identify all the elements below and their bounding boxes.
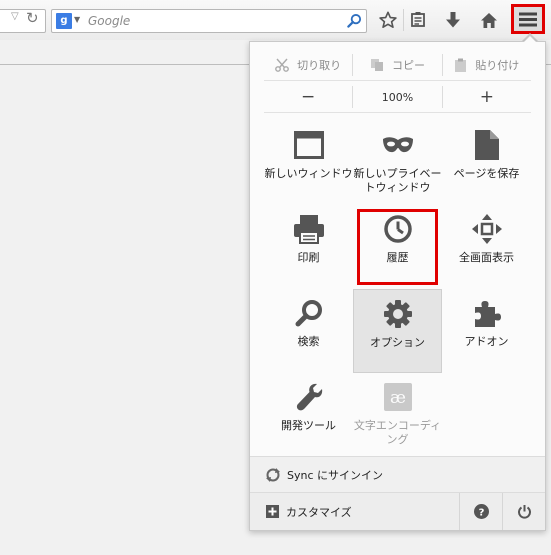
search-engine-dropdown-icon[interactable]: ▼ [74,15,80,24]
help-button[interactable]: ? [459,493,502,530]
search-go-icon[interactable] [347,13,362,28]
power-icon [517,505,531,519]
menu-button[interactable] [511,4,545,34]
developer-button[interactable]: 開発ツール [264,373,353,457]
customize-label: カスタマイズ [286,505,352,519]
fullscreen-label: 全画面表示 [459,251,514,264]
encoding-button[interactable]: æ 文字エンコーディ ング [353,373,442,457]
svg-text:?: ? [478,508,484,519]
mask-icon [382,129,414,161]
developer-label: 開発ツール [281,419,336,432]
copy-button[interactable]: コピー [352,54,441,76]
save-page-label: ページを保存 [453,167,520,180]
bookmark-star-icon[interactable] [375,8,401,32]
search-input[interactable] [88,11,338,31]
addons-button[interactable]: アドオン [442,289,531,373]
printer-icon [293,213,325,245]
encoding-icon: æ [382,381,414,413]
find-label: 検索 [297,335,320,348]
zoom-in-button[interactable]: + [441,86,531,108]
url-bar[interactable]: ▽ ↻ [0,9,46,33]
menu-panel: 切り取り コピー 貼り付け − 100% + 新しいウィンドウ 新しいプライベー [249,36,546,531]
panel-footer: カスタマイズ ? [250,492,545,530]
zoom-out-button[interactable]: − [264,86,352,108]
home-icon[interactable] [476,8,502,32]
new-window-button[interactable]: 新しいウィンドウ [264,121,353,205]
page-icon [471,129,503,161]
scissors-icon [275,58,290,72]
svg-text:æ: æ [390,388,406,408]
sync-label: Sync にサインイン [287,468,384,482]
search-engine-icon[interactable]: g [56,13,72,29]
quit-button[interactable] [502,493,545,530]
options-label: オプション [370,336,425,349]
sync-icon [266,467,280,482]
puzzle-icon [471,297,503,329]
sync-signin-button[interactable]: Sync にサインイン [250,456,545,492]
find-button[interactable]: 検索 [264,289,353,373]
plus-box-icon [266,505,279,518]
zoom-reset-button[interactable]: 100% [352,86,441,108]
browser-toolbar: ▽ ↻ g ▼ [0,0,551,40]
clipboard-icon [455,58,467,72]
fullscreen-button[interactable]: 全画面表示 [442,205,531,289]
menu-icon [519,12,537,26]
cut-button[interactable]: 切り取り [264,54,352,76]
dropdown-icon[interactable]: ▽ [11,11,19,22]
fullscreen-arrows-icon [471,213,503,245]
paste-button[interactable]: 貼り付け [441,54,531,76]
copy-icon [370,59,383,71]
save-page-button[interactable]: ページを保存 [442,121,531,205]
window-icon [293,129,325,161]
paste-label: 貼り付け [475,59,520,72]
private-window-label: 新しいプライベー トウィンドウ [353,167,442,194]
reading-list-icon[interactable] [405,8,431,32]
gear-icon [382,298,414,330]
edit-controls: 切り取り コピー 貼り付け [264,50,531,81]
cut-label: 切り取り [297,59,342,72]
download-icon[interactable] [440,8,466,32]
reload-icon[interactable]: ↻ [26,9,39,27]
magnifier-icon [293,297,325,329]
panel-items-grid: 新しいウィンドウ 新しいプライベー トウィンドウ ページを保存 印刷 履歴 全画… [264,121,531,457]
encoding-label: 文字エンコーディ ング [353,419,442,446]
private-window-button[interactable]: 新しいプライベー トウィンドウ [353,121,442,205]
wrench-icon [293,381,325,413]
help-icon: ? [473,504,489,519]
history-button[interactable]: 履歴 [353,205,442,289]
new-window-label: 新しいウィンドウ [264,167,353,180]
print-button[interactable]: 印刷 [264,205,353,289]
copy-label: コピー [391,59,425,72]
options-button[interactable]: オプション [353,289,442,373]
search-bar[interactable]: g ▼ [51,9,367,33]
print-label: 印刷 [297,251,320,264]
zoom-controls: − 100% + [264,82,531,113]
addons-label: アドオン [464,335,509,348]
history-label: 履歴 [386,251,409,264]
customize-button[interactable]: カスタマイズ [250,493,459,530]
clock-icon [382,213,414,245]
